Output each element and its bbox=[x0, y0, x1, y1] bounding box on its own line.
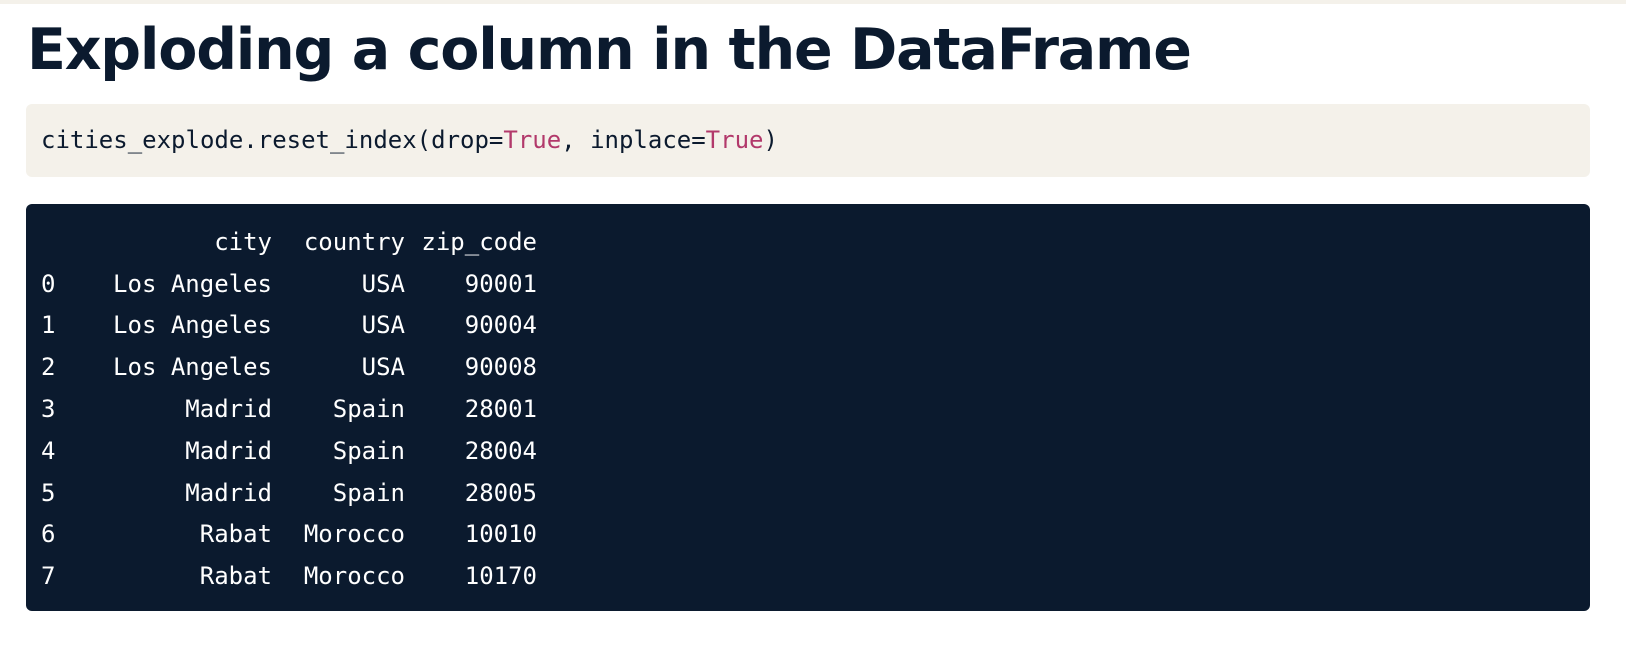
row-city: Rabat bbox=[199, 562, 272, 591]
row-index: 7 bbox=[41, 562, 56, 591]
row-index: 5 bbox=[41, 478, 56, 507]
row-city: Los Angeles bbox=[113, 353, 272, 382]
row-country: Morocco bbox=[303, 520, 405, 549]
output-header-country: country bbox=[303, 227, 405, 256]
row-zip-code: 90004 bbox=[464, 311, 537, 340]
row-index: 1 bbox=[41, 311, 56, 340]
row-city: Los Angeles bbox=[113, 311, 272, 340]
row-index: 3 bbox=[41, 395, 56, 424]
row-country: Morocco bbox=[303, 562, 405, 591]
code-text-suffix: ) bbox=[763, 126, 778, 154]
output-header-row: city country zip_code bbox=[41, 221, 1590, 263]
output-row: 5 Madrid Spain 28005 bbox=[41, 472, 1590, 514]
output-row: 4 Madrid Spain 28004 bbox=[41, 430, 1590, 472]
row-city: Madrid bbox=[185, 395, 272, 424]
output-block: city country zip_code 0 Los Angeles USA … bbox=[26, 204, 1590, 611]
code-keyword-drop-value: True bbox=[503, 126, 562, 154]
code-text-prefix: cities_explode.reset_index(drop= bbox=[41, 126, 504, 154]
output-row: 7 Rabat Morocco 10170 bbox=[41, 555, 1590, 597]
row-zip-code: 28001 bbox=[464, 395, 537, 424]
row-zip-code: 10010 bbox=[464, 520, 537, 549]
row-zip-code: 28005 bbox=[464, 478, 537, 507]
code-text-middle: , inplace= bbox=[561, 126, 706, 154]
row-city: Madrid bbox=[185, 436, 272, 465]
row-index: 0 bbox=[41, 269, 56, 298]
row-country: Spain bbox=[332, 436, 405, 465]
row-zip-code: 28004 bbox=[464, 436, 537, 465]
output-row: 1 Los Angeles USA 90004 bbox=[41, 305, 1590, 347]
code-keyword-inplace-value: True bbox=[705, 126, 764, 154]
row-country: Spain bbox=[332, 478, 405, 507]
row-city: Rabat bbox=[199, 520, 272, 549]
output-row: 0 Los Angeles USA 90001 bbox=[41, 263, 1590, 305]
output-row: 6 Rabat Morocco 10010 bbox=[41, 514, 1590, 556]
output-row: 3 Madrid Spain 28001 bbox=[41, 388, 1590, 430]
output-header-zip-code: zip_code bbox=[421, 227, 537, 256]
row-index: 6 bbox=[41, 520, 56, 549]
output-row: 2 Los Angeles USA 90008 bbox=[41, 346, 1590, 388]
row-city: Los Angeles bbox=[113, 269, 272, 298]
slide-title: Exploding a column in the DataFrame bbox=[27, 17, 1192, 83]
output-header-city: city bbox=[214, 227, 272, 256]
row-zip-code: 90001 bbox=[464, 269, 537, 298]
row-country: USA bbox=[361, 269, 405, 298]
top-strip bbox=[0, 0, 1626, 4]
code-block: cities_explode.reset_index(drop=True, in… bbox=[26, 104, 1590, 177]
row-country: Spain bbox=[332, 395, 405, 424]
row-city: Madrid bbox=[185, 478, 272, 507]
row-index: 4 bbox=[41, 436, 56, 465]
row-country: USA bbox=[361, 311, 405, 340]
row-zip-code: 90008 bbox=[464, 353, 537, 382]
row-country: USA bbox=[361, 353, 405, 382]
row-index: 2 bbox=[41, 353, 56, 382]
row-zip-code: 10170 bbox=[464, 562, 537, 591]
